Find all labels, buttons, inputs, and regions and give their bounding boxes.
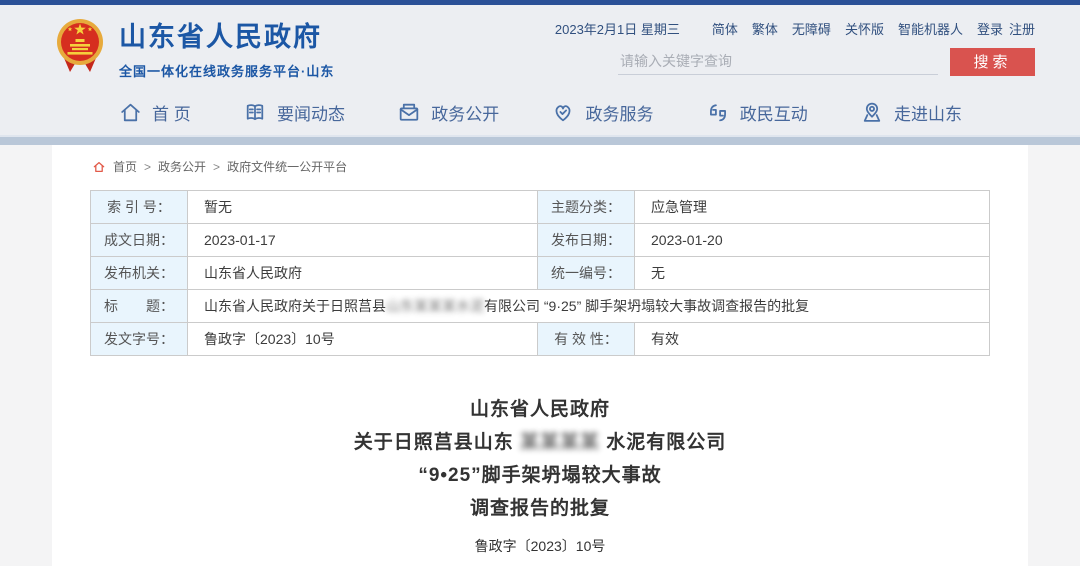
heart-icon bbox=[550, 100, 576, 125]
breadcrumb: 首页 > 政务公开 > 政府文件统一公开平台 bbox=[92, 158, 1028, 175]
nav-label: 首 页 bbox=[152, 100, 191, 125]
link-login[interactable]: 登录 bbox=[977, 19, 1003, 38]
meta-value-issuing-agency: 山东省人民政府 bbox=[188, 257, 538, 290]
site-logo[interactable]: 山东省人民政府 全国一体化在线政务服务平台·山东 bbox=[55, 15, 334, 80]
meta-value-doc-number: 鲁政字〔2023〕10号 bbox=[188, 323, 538, 356]
site-title: 山东省人民政府 bbox=[119, 15, 334, 54]
meta-label-topic-category: 主题分类： bbox=[538, 191, 635, 224]
title-suffix: 有限公司 “9·25” 脚手架坍塌较大事故调查报告的批复 bbox=[484, 296, 809, 316]
nav-item-gov-disclosure[interactable]: 政务公开 bbox=[396, 100, 499, 125]
nav-item-gov-services[interactable]: 政务服务 bbox=[550, 100, 653, 125]
nav-item-news[interactable]: 要闻动态 bbox=[242, 100, 345, 125]
current-date: 2023年2月1日 星期三 bbox=[555, 19, 680, 38]
link-simplified[interactable]: 简体 bbox=[712, 19, 738, 38]
nav-label: 要闻动态 bbox=[277, 100, 345, 125]
meta-value-publish-date: 2023-01-20 bbox=[635, 224, 990, 257]
meta-label-issuing-agency: 发布机关： bbox=[91, 257, 188, 290]
meta-value-topic-category: 应急管理 bbox=[635, 191, 990, 224]
map-pin-icon bbox=[859, 100, 885, 125]
meta-value-written-date: 2023-01-17 bbox=[188, 224, 538, 257]
link-traditional[interactable]: 繁体 bbox=[752, 19, 778, 38]
nav-label: 政民互动 bbox=[740, 100, 808, 125]
breadcrumb-separator: > bbox=[213, 160, 220, 174]
document-title-line2: 关于日照莒县山东 某某某某 水泥有限公司 bbox=[52, 426, 1028, 459]
meta-label-written-date: 成文日期： bbox=[91, 224, 188, 257]
nav-item-interaction[interactable]: 政民互动 bbox=[705, 100, 808, 125]
nav-label: 政务服务 bbox=[585, 100, 653, 125]
link-register[interactable]: 注册 bbox=[1009, 19, 1035, 38]
meta-value-index-number: 暂无 bbox=[188, 191, 538, 224]
nav-label: 走进山东 bbox=[894, 100, 962, 125]
title-prefix: 山东省人民政府关于日照莒县 bbox=[204, 296, 386, 316]
main-nav: 首 页 要闻动态 政务公开 政务服务 bbox=[0, 89, 1080, 135]
title-redacted-text: 山东某某某水泥 bbox=[386, 296, 484, 316]
breadcrumb-home-icon bbox=[92, 160, 106, 174]
search-input[interactable] bbox=[618, 48, 938, 75]
document-title-line4: 调查报告的批复 bbox=[52, 492, 1028, 525]
chat-icon bbox=[705, 100, 731, 125]
breadcrumb-separator: > bbox=[144, 160, 151, 174]
document-meta-table: 索 引 号： 暂无 主题分类： 应急管理 成文日期： 2023-01-17 发布… bbox=[90, 190, 990, 356]
breadcrumb-item-disclosure[interactable]: 政务公开 bbox=[158, 158, 206, 175]
site-slogan: 全国一体化在线政务服务平台·山东 bbox=[119, 61, 334, 80]
document-number: 鲁政字〔2023〕10号 bbox=[52, 536, 1028, 556]
link-smart-robot[interactable]: 智能机器人 bbox=[898, 19, 963, 38]
meta-label-doc-number: 发文字号： bbox=[91, 323, 188, 356]
book-icon bbox=[242, 100, 268, 125]
meta-label-validity: 有 效 性： bbox=[538, 323, 635, 356]
breadcrumb-item-home[interactable]: 首页 bbox=[113, 158, 137, 175]
meta-value-validity: 有效 bbox=[635, 323, 990, 356]
meta-label-publish-date: 发布日期： bbox=[538, 224, 635, 257]
nav-divider-strip bbox=[0, 135, 1080, 145]
nav-item-about-shandong[interactable]: 走进山东 bbox=[859, 100, 962, 125]
document-title-block: 山东省人民政府 关于日照莒县山东 某某某某 水泥有限公司 “9•25”脚手架坍塌… bbox=[52, 393, 1028, 556]
topbar-links: 2023年2月1日 星期三 简体 繁体 无障碍 关怀版 智能机器人 登录 注册 bbox=[555, 19, 1035, 38]
search-button[interactable]: 搜索 bbox=[950, 48, 1035, 76]
meta-label-title: 标 题： bbox=[91, 290, 188, 323]
document-title-line3: “9•25”脚手架坍塌较大事故 bbox=[52, 459, 1028, 492]
breadcrumb-item-current: 政府文件统一公开平台 bbox=[227, 158, 347, 175]
meta-value-title: 山东省人民政府关于日照莒县 山东某某某水泥 有限公司 “9·25” 脚手架坍塌较… bbox=[188, 290, 990, 323]
document-title-line1: 山东省人民政府 bbox=[52, 393, 1028, 426]
meta-value-unified-number: 无 bbox=[635, 257, 990, 290]
title-line2-prefix: 关于日照莒县山东 bbox=[354, 432, 514, 453]
nav-item-home[interactable]: 首 页 bbox=[118, 100, 191, 125]
envelope-icon bbox=[396, 100, 422, 125]
meta-label-unified-number: 统一编号： bbox=[538, 257, 635, 290]
nav-label: 政务公开 bbox=[431, 100, 499, 125]
link-care-version[interactable]: 关怀版 bbox=[845, 19, 884, 38]
content-card: 首页 > 政务公开 > 政府文件统一公开平台 索 引 号： 暂无 主题分类： 应… bbox=[52, 145, 1028, 566]
title-line2-redacted-text: 某某某某 bbox=[520, 432, 600, 453]
home-icon bbox=[118, 100, 143, 125]
page-background: 首页 > 政务公开 > 政府文件统一公开平台 索 引 号： 暂无 主题分类： 应… bbox=[0, 145, 1080, 566]
title-line2-suffix: 水泥有限公司 bbox=[606, 432, 726, 453]
meta-label-index-number: 索 引 号： bbox=[91, 191, 188, 224]
site-header: 山东省人民政府 全国一体化在线政务服务平台·山东 2023年2月1日 星期三 简… bbox=[0, 5, 1080, 89]
national-emblem-icon bbox=[55, 16, 105, 79]
link-accessibility[interactable]: 无障碍 bbox=[792, 19, 831, 38]
